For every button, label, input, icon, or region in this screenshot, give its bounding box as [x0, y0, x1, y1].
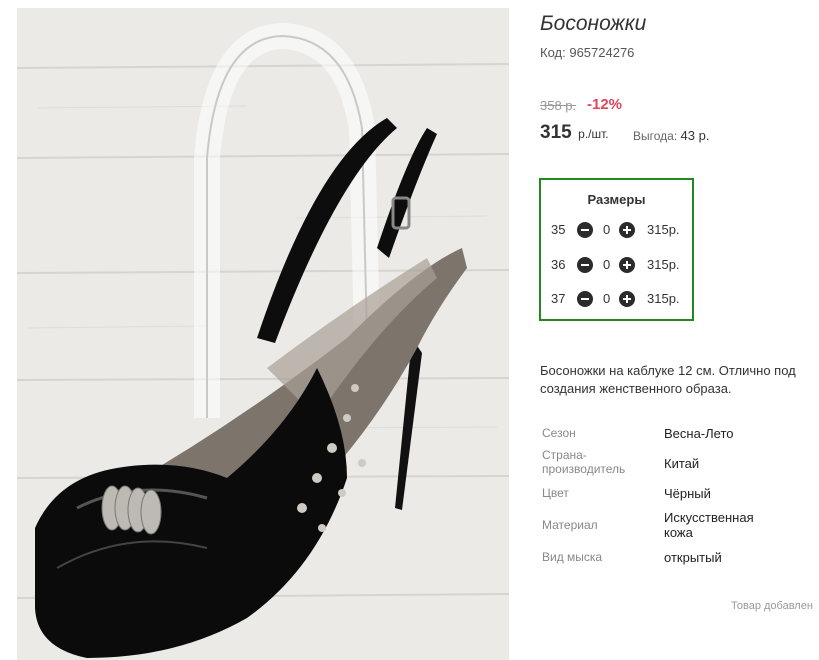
size-label: 37 [551, 291, 566, 306]
increase-quantity-button[interactable] [619, 291, 635, 307]
price-value: 315 [540, 122, 572, 143]
increase-quantity-button[interactable] [619, 222, 635, 238]
spec-label: Цвет [542, 486, 569, 500]
spec-value: открытый [664, 550, 722, 565]
added-notice: Товар добавлен [731, 600, 813, 612]
sizes-title: Размеры [587, 192, 646, 207]
size-label: 35 [551, 222, 566, 237]
code-value: 965724276 [569, 45, 635, 60]
size-quantity: 0 [603, 291, 611, 306]
size-price: 315р. [647, 257, 680, 272]
discount-badge: -12% [587, 96, 623, 113]
spec-label: Вид мыска [542, 550, 603, 564]
sandal-illustration [17, 8, 509, 660]
product-photo[interactable] [17, 8, 509, 660]
spec-value: Искусственная кожа [664, 510, 754, 540]
decrease-quantity-button[interactable] [577, 222, 593, 238]
sizes-panel: Размеры 35 0 315р. 36 0 315р. 37 0 315р. [539, 178, 694, 321]
increase-quantity-button[interactable] [619, 257, 635, 273]
decrease-quantity-button[interactable] [577, 257, 593, 273]
benefit-value: 43 р. [680, 128, 710, 143]
size-quantity: 0 [603, 257, 611, 272]
product-description: Босоножки на каблуке 12 см. Отлично под … [540, 363, 796, 396]
size-price: 315р. [647, 291, 680, 306]
spec-label: Страна-производитель [542, 448, 626, 476]
size-price: 315р. [647, 222, 680, 237]
spec-value: Китай [664, 456, 700, 471]
size-quantity: 0 [603, 222, 611, 237]
benefit: Выгода: 43 р. [633, 128, 709, 143]
spec-label: Материал [542, 518, 598, 532]
spec-label: Сезон [542, 426, 576, 440]
price-unit: р./шт. [578, 127, 609, 141]
code-label: Код: [540, 45, 566, 60]
product-code: Код: 965724276 [540, 45, 634, 60]
size-label: 36 [551, 257, 566, 272]
benefit-label: Выгода: [633, 129, 678, 143]
spec-value: Чёрный [664, 486, 711, 501]
spec-value: Весна-Лето [664, 426, 734, 441]
decrease-quantity-button[interactable] [577, 291, 593, 307]
product-title: Босоножки [540, 12, 647, 35]
price: 315 р./шт. [540, 122, 609, 144]
old-price: 358 р. [540, 98, 577, 113]
